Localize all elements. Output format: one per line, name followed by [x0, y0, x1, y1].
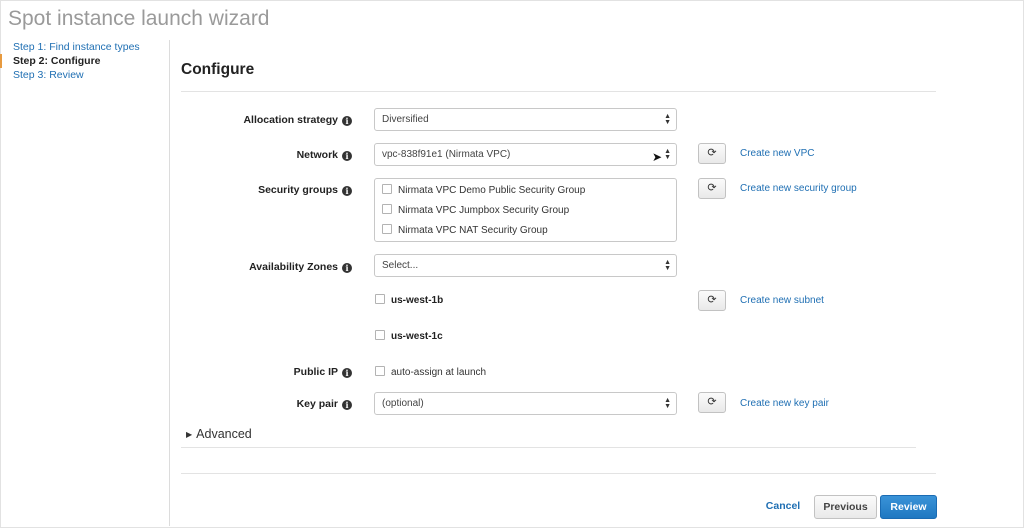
allocation-strategy-value: Diversified: [382, 114, 429, 125]
info-icon[interactable]: i: [342, 151, 352, 161]
create-new-security-group-link[interactable]: Create new security group: [740, 183, 857, 194]
create-new-vpc-link[interactable]: Create new VPC: [740, 148, 814, 159]
wizard-steps: Step 1: Find instance types Step 2: Conf…: [0, 40, 170, 82]
availability-zones-label-text: Availability Zones: [249, 261, 338, 273]
refresh-key-pairs-button[interactable]: ⟳: [698, 392, 726, 413]
public-ip-label-text: Public IP: [293, 366, 338, 378]
previous-button[interactable]: Previous: [814, 495, 877, 519]
info-icon[interactable]: i: [342, 116, 352, 126]
allocation-strategy-select[interactable]: Diversified ▲ ▼: [374, 108, 677, 131]
zone-option-us-west-1b[interactable]: us-west-1b: [375, 294, 443, 306]
select-arrows-icon: ▲ ▼: [664, 259, 671, 272]
availability-zones-placeholder: Select...: [382, 260, 419, 271]
create-new-subnet-link[interactable]: Create new subnet: [740, 295, 824, 306]
review-button[interactable]: Review: [880, 495, 937, 519]
select-arrows-icon: ▲ ▼: [664, 397, 671, 410]
section-divider: [181, 91, 936, 92]
public-ip-option[interactable]: auto-assign at launch: [375, 366, 486, 378]
cancel-button[interactable]: Cancel: [760, 495, 806, 519]
security-group-option[interactable]: Nirmata VPC NAT Security Group: [382, 224, 548, 236]
select-arrows-icon: ▲ ▼: [664, 113, 671, 126]
refresh-icon: ⟳: [707, 396, 717, 408]
step-3-link[interactable]: Step 3: Review: [0, 68, 170, 82]
security-group-option-label: Nirmata VPC Demo Public Security Group: [398, 185, 586, 196]
refresh-security-groups-button[interactable]: ⟳: [698, 178, 726, 199]
checkbox[interactable]: [382, 204, 392, 214]
key-pair-value: (optional): [382, 398, 424, 409]
step-1-link[interactable]: Step 1: Find instance types: [0, 40, 170, 54]
advanced-label: Advanced: [196, 427, 252, 441]
checkbox[interactable]: [382, 224, 392, 234]
network-label-text: Network: [296, 149, 338, 161]
availability-zones-label: Availability Zones i: [249, 261, 352, 273]
network-select[interactable]: vpc-838f91e1 (Nirmata VPC) ➤ ▲ ▼: [374, 143, 677, 166]
footer-divider: [181, 473, 936, 474]
security-group-option[interactable]: Nirmata VPC Jumpbox Security Group: [382, 204, 569, 216]
zone-label: us-west-1b: [391, 295, 444, 306]
security-group-option-label: Nirmata VPC Jumpbox Security Group: [398, 205, 570, 216]
allocation-strategy-label-text: Allocation strategy: [243, 114, 338, 126]
info-icon[interactable]: i: [342, 368, 352, 378]
key-pair-label-text: Key pair: [296, 398, 338, 410]
page-title: Spot instance launch wizard: [8, 7, 270, 30]
caret-right-icon: ▶: [186, 430, 193, 439]
refresh-vpc-button[interactable]: ⟳: [698, 143, 726, 164]
step-2-current: Step 2: Configure: [0, 54, 170, 68]
zone-option-us-west-1c[interactable]: us-west-1c: [375, 330, 443, 342]
zone-label: us-west-1c: [391, 331, 443, 342]
checkbox[interactable]: [375, 294, 385, 304]
refresh-subnets-button[interactable]: ⟳: [698, 290, 726, 311]
availability-zones-select[interactable]: Select... ▲ ▼: [374, 254, 677, 277]
refresh-icon: ⟳: [707, 294, 717, 306]
public-ip-label: Public IP i: [294, 366, 352, 378]
key-pair-select[interactable]: (optional) ▲ ▼: [374, 392, 677, 415]
refresh-icon: ⟳: [707, 182, 717, 194]
select-arrows-icon: ▲ ▼: [664, 148, 671, 161]
network-value: vpc-838f91e1 (Nirmata VPC): [382, 149, 511, 160]
mouse-cursor-icon: ➤: [651, 150, 662, 164]
security-group-option[interactable]: Nirmata VPC Demo Public Security Group: [382, 184, 585, 196]
advanced-toggle[interactable]: ▶ Advanced: [186, 427, 252, 441]
key-pair-label: Key pair i: [297, 398, 352, 410]
allocation-strategy-label: Allocation strategy i: [243, 114, 352, 126]
security-groups-label-text: Security groups: [258, 184, 338, 196]
info-icon[interactable]: i: [342, 400, 352, 410]
advanced-divider: [181, 447, 916, 448]
public-ip-option-label: auto-assign at launch: [391, 367, 487, 378]
security-group-option-label: Nirmata VPC NAT Security Group: [398, 225, 548, 236]
refresh-icon: ⟳: [707, 147, 717, 159]
create-new-key-pair-link[interactable]: Create new key pair: [740, 398, 829, 409]
network-label: Network i: [297, 149, 352, 161]
security-groups-label: Security groups i: [258, 184, 352, 196]
info-icon[interactable]: i: [342, 263, 352, 273]
checkbox[interactable]: [375, 366, 385, 376]
sidebar-divider: [169, 40, 170, 526]
checkbox[interactable]: [375, 330, 385, 340]
section-title: Configure: [181, 61, 255, 78]
checkbox[interactable]: [382, 184, 392, 194]
info-icon[interactable]: i: [342, 186, 352, 196]
